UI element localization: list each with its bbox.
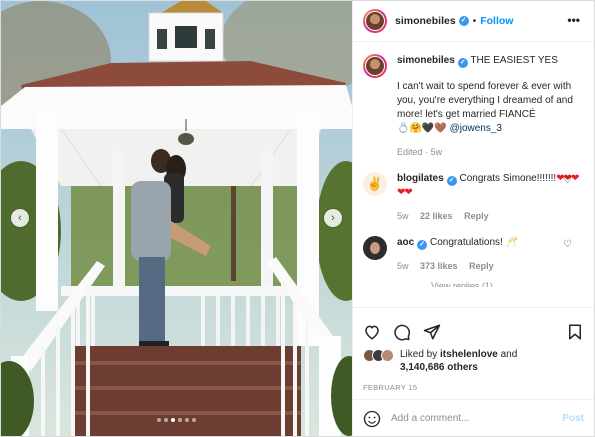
liker-avatars — [363, 349, 394, 362]
likes-summary: Liked by itshelenlove and 3,140,686 othe… — [353, 344, 594, 374]
header-username[interactable]: simonebiles — [395, 15, 456, 27]
post-actions: Liked by itshelenlove and 3,140,686 othe… — [353, 307, 594, 437]
liked-by-user[interactable]: itshelenlove — [440, 349, 498, 360]
comment-username[interactable]: aoc — [397, 237, 414, 248]
avatar[interactable] — [363, 9, 387, 33]
heart-icon[interactable]: ♡ — [563, 239, 572, 250]
mention-link[interactable]: @jowens_3 — [450, 123, 502, 134]
verified-icon: ✓ — [458, 16, 469, 26]
caption-emojis: 💍🤗🖤🤎 — [397, 123, 447, 134]
comment-likes[interactable]: 22 likes — [420, 211, 453, 221]
comment-input[interactable] — [391, 413, 563, 424]
chevron-right-icon: › — [331, 211, 335, 224]
comment-likes[interactable]: 373 likes — [420, 261, 458, 271]
carousel-next-button[interactable]: › — [324, 209, 342, 227]
heart-icon[interactable] — [363, 323, 381, 341]
comment-text: Congratulations! 🥂 — [430, 237, 519, 248]
post-photo[interactable]: ‹ › — [1, 1, 352, 436]
carousel-dot — [164, 418, 168, 422]
edited-label: Edited — [397, 147, 423, 157]
liked-by-and: and — [500, 349, 518, 360]
heart-icon[interactable]: ♡ — [563, 175, 572, 186]
instagram-post: ‹ › simonebiles ✓ • Follow ••• simonebil… — [0, 0, 595, 437]
comment-meta: 5w 22 likes Reply — [397, 211, 489, 221]
carousel-dot — [171, 418, 175, 422]
comment-icon[interactable] — [393, 323, 411, 341]
comment-item: aoc ✓ Congratulations! 🥂 5w 373 likes Rep… — [363, 236, 584, 273]
carousel-dot — [185, 418, 189, 422]
avatar[interactable]: ✌ — [363, 172, 387, 196]
follow-button[interactable]: Follow — [480, 15, 513, 27]
post-header: simonebiles ✓ • Follow ••• — [353, 1, 594, 42]
carousel-dot — [178, 418, 182, 422]
carousel-dot — [157, 418, 161, 422]
add-comment-bar: Post — [353, 399, 594, 437]
comment-item: ✌ blogilates ✓ Congrats Simone!!!!!!!❤❤❤❤… — [363, 172, 584, 223]
post-button[interactable]: Post — [562, 413, 584, 424]
post-date[interactable]: FEBRUARY 15 — [353, 374, 594, 392]
more-icon[interactable]: ••• — [567, 13, 580, 27]
action-icons — [353, 308, 594, 344]
reply-button[interactable]: Reply — [469, 261, 494, 271]
post-side-panel: simonebiles ✓ • Follow ••• simonebiles ✓ … — [352, 1, 594, 436]
view-replies-link[interactable]: View replies (1) — [431, 281, 584, 287]
comment-username[interactable]: blogilates — [397, 173, 444, 184]
verified-icon: ✓ — [446, 176, 457, 186]
carousel-prev-button[interactable]: ‹ — [11, 209, 29, 227]
caption: simonebiles ✓ THE EASIEST YES I can't wai… — [363, 54, 584, 159]
verified-icon: ✓ — [417, 240, 428, 250]
emoji-icon[interactable] — [363, 410, 381, 428]
caption-username[interactable]: simonebiles — [397, 55, 455, 66]
bookmark-icon[interactable] — [566, 323, 584, 341]
caption-title: THE EASIEST YES — [470, 55, 558, 66]
avatar[interactable] — [363, 236, 387, 260]
caption-body: I can't wait to spend forever & ever wit… — [397, 81, 573, 134]
likes-count[interactable]: 3,140,686 others — [400, 362, 478, 373]
avatar — [381, 349, 394, 362]
carousel-dot — [192, 418, 196, 422]
chevron-left-icon: ‹ — [18, 211, 22, 224]
comment-meta: 5w 373 likes Reply — [397, 261, 494, 271]
caption-meta: Edited · 5w — [397, 147, 443, 157]
reply-button[interactable]: Reply — [464, 211, 489, 221]
liked-by-prefix: Liked by — [400, 349, 438, 360]
caption-age: 5w — [430, 147, 443, 157]
carousel-indicator — [1, 418, 352, 422]
comments-section[interactable]: simonebiles ✓ THE EASIEST YES I can't wai… — [353, 42, 594, 307]
verified-icon: ✓ — [457, 58, 468, 68]
gazebo-proposal-image — [1, 1, 352, 436]
comment-text: Congrats Simone!!!!!!! — [459, 173, 557, 184]
avatar[interactable] — [363, 54, 387, 78]
share-icon[interactable] — [423, 323, 441, 341]
separator: • — [472, 15, 477, 27]
